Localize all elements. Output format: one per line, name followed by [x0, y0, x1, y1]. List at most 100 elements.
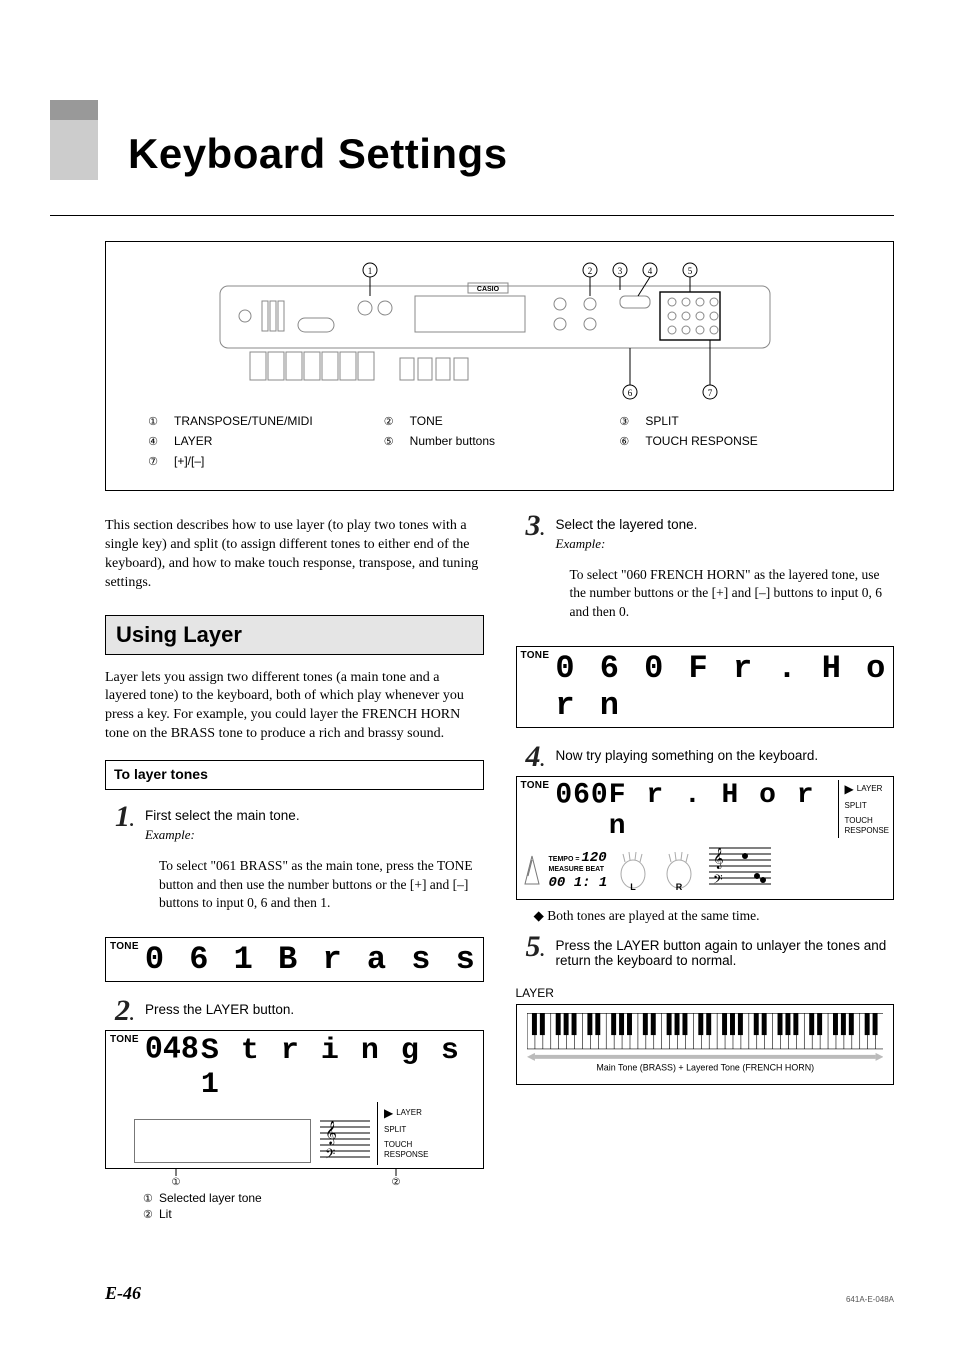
lcd-callouts: ① ②: [106, 1168, 426, 1186]
svg-text:𝄢: 𝄢: [325, 1148, 335, 1165]
step5-lead: Press the LAYER button again to unlayer …: [556, 938, 895, 968]
legend-num-4: ④: [146, 435, 160, 448]
subhead-to-layer-tones: To layer tones: [105, 760, 484, 790]
svg-text:②: ②: [392, 1177, 401, 1186]
layer-pointer-icon: ▶: [384, 1106, 393, 1122]
svg-text:𝄞: 𝄞: [713, 848, 724, 869]
diagram-legend: ①TRANSPOSE/TUNE/MIDI ②TONE ③SPLIT ④LAYER…: [146, 414, 853, 468]
lcd-display-full: TONE 060 F r . H o r n ▶LAYER SPLIT TOUC…: [516, 776, 895, 900]
step-4: 4. Now try playing something on the keyb…: [526, 742, 895, 772]
lcd-num-strings: 048: [145, 1032, 199, 1103]
svg-text:7: 7: [707, 388, 712, 398]
mini-legend-num1: ①: [143, 1192, 159, 1205]
layer-heading-word: LAYER: [516, 986, 895, 1000]
lcd-tone-label-2: TONE: [110, 1034, 139, 1045]
legend-num-5: ⑤: [382, 435, 396, 448]
measure-beat-label: MEASURE BEAT: [549, 866, 608, 874]
lcd-tone-label-3: TONE: [521, 650, 550, 661]
svg-text:CASIO: CASIO: [476, 286, 499, 293]
legend-num-3: ③: [617, 415, 631, 428]
mini-legend-2: Lit: [159, 1207, 172, 1221]
ind-touch-response: TOUCH RESPONSE: [384, 1140, 428, 1161]
legend-label-5: Number buttons: [410, 434, 495, 448]
step4-bullet: ◆ Both tones are played at the same time…: [546, 908, 895, 924]
svg-text:R: R: [676, 882, 683, 892]
title-decor: [50, 100, 98, 180]
svg-text:Main Tone (BRASS) + Layered To: Main Tone (BRASS) + Layered Tone (FRENCH…: [596, 1062, 814, 1072]
staff-icon-2: 𝄞𝄢: [705, 842, 775, 892]
page-number: E-46: [105, 1283, 141, 1304]
ind-split: SPLIT: [384, 1125, 428, 1135]
svg-text:2: 2: [587, 266, 592, 276]
lcd-tone-label-4: TONE: [521, 780, 550, 791]
svg-text:4: 4: [647, 266, 652, 276]
step1-lead: First select the main tone.: [145, 808, 484, 823]
legend-num-6: ⑥: [617, 435, 631, 448]
keyboard-line-art: 1 2 3 4 5 6 7 CASIO: [190, 256, 810, 406]
lcd-readout-frhorn: 0 6 0 F r . H o r n: [555, 650, 889, 724]
legend-label-4: LAYER: [174, 434, 212, 448]
mini-legend-1: Selected layer tone: [159, 1191, 262, 1205]
lcd-display-frhorn-top: TONE 0 6 0 F r . H o r n: [516, 646, 895, 728]
step-number-5: 5.: [526, 932, 556, 972]
svg-text:𝄢: 𝄢: [713, 873, 723, 890]
mini-legend-num2: ②: [143, 1208, 159, 1221]
page-title: Keyboard Settings: [128, 130, 508, 178]
svg-text:5: 5: [687, 266, 692, 276]
keyboard-diagram-box: 1 2 3 4 5 6 7 CASIO ① TRANSPOSE/TUNE/MIDI…: [105, 241, 894, 491]
title-underline: [50, 215, 894, 216]
step-number-2: 2.: [115, 996, 145, 1026]
step-1: 1. First select the main tone. Example: …: [115, 802, 484, 927]
lcd-display-strings: TONE 048 S t r i n g s 1 𝄞 𝄢: [105, 1030, 484, 1169]
svg-text:6: 6: [627, 388, 632, 398]
legend-label-1: TRANSPOSE/TUNE/MIDI: [174, 414, 313, 428]
step-3: 3. Select the layered tone. Example: To …: [526, 511, 895, 636]
step3-lead: Select the layered tone.: [556, 517, 895, 532]
mini-legend: ①Selected layer tone ②Lit: [143, 1191, 484, 1221]
step-5: 5. Press the LAYER button again to unlay…: [526, 932, 895, 972]
ind-tr-2: TOUCH RESPONSE: [845, 816, 889, 837]
step-number-4: 4.: [526, 742, 556, 772]
step3-example-label: Example:: [556, 536, 895, 552]
lcd-text-strings: S t r i n g s 1: [201, 1034, 479, 1102]
lcd-readout-brass: 0 6 1 B r a s s: [145, 941, 479, 978]
section-using-layer: Using Layer: [105, 615, 484, 655]
lcd-tone-label: TONE: [110, 941, 139, 952]
svg-text:①: ①: [172, 1177, 181, 1186]
step-number-3: 3.: [526, 511, 556, 636]
legend-label-6: TOUCH RESPONSE: [645, 434, 757, 448]
right-hand-icon: R: [659, 850, 699, 892]
legend-label-7: [+]/[–]: [174, 454, 204, 468]
legend-num-7: ⑦: [146, 455, 160, 468]
step1-example-label: Example:: [145, 827, 484, 843]
staff-icon: 𝄞 𝄢: [315, 1115, 375, 1165]
lcd-text-frhorn: F r . H o r n: [609, 780, 838, 842]
legend-label-3: SPLIT: [645, 414, 678, 428]
legend-num-2: ②: [382, 415, 396, 428]
step-2: 2. Press the LAYER button.: [115, 996, 484, 1026]
ind-split-2: SPLIT: [845, 801, 889, 811]
metronome-icon: [521, 852, 543, 892]
measure-beat-value: 00 1: 1: [549, 875, 608, 892]
step1-example: To select "061 BRASS" as the main tone, …: [159, 857, 484, 914]
svg-text:1: 1: [367, 266, 372, 276]
step3-example: To select "060 FRENCH HORN" as the layer…: [570, 566, 895, 623]
step-number-1: 1.: [115, 802, 145, 927]
subhead-label: To layer tones: [114, 766, 208, 782]
left-hand-icon: L: [613, 850, 653, 892]
svg-text:L: L: [631, 882, 637, 892]
keyboard-range-diagram: Main Tone (BRASS) + Layered Tone (FRENCH…: [516, 1004, 895, 1085]
tempo-value: 120: [581, 850, 606, 866]
svg-text:𝄞: 𝄞: [325, 1122, 337, 1145]
svg-text:3: 3: [617, 266, 622, 276]
step2-lead: Press the LAYER button.: [145, 1002, 484, 1017]
tempo-label: TEMPO =: [549, 856, 580, 863]
layer-description: Layer lets you assign two different tone…: [105, 669, 484, 745]
lcd-num-frhorn: 060: [555, 779, 608, 812]
intro-paragraph: This section describes how to use layer …: [105, 517, 484, 593]
step4-lead: Now try playing something on the keyboar…: [556, 748, 895, 763]
lcd-display-brass: TONE 0 6 1 B r a s s: [105, 937, 484, 982]
ind-layer: LAYER: [396, 1108, 422, 1118]
ind-layer-2: LAYER: [857, 784, 883, 794]
legend-num-1: ①: [146, 415, 160, 428]
